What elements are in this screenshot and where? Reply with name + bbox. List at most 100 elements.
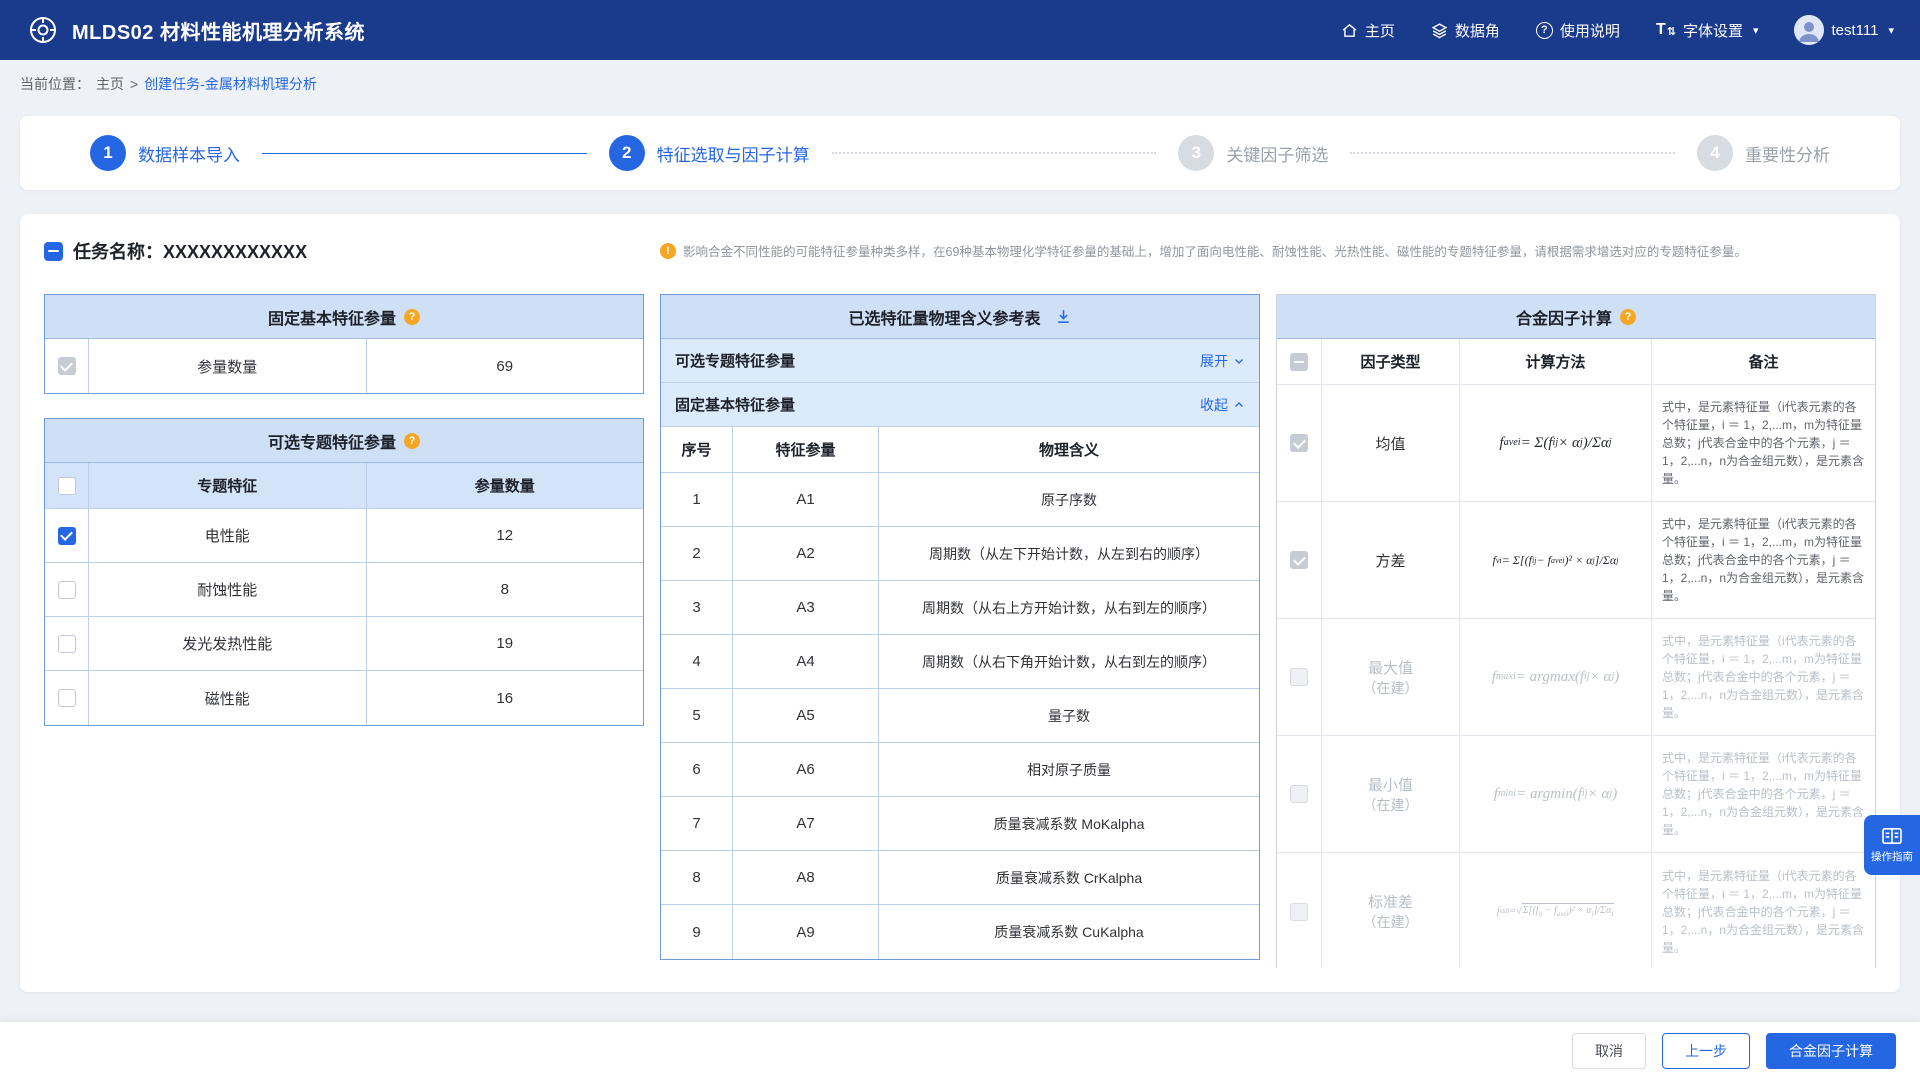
breadcrumb-current[interactable]: 创建任务-金属材料机理分析 <box>144 74 317 94</box>
meaning-cell: 质量衰减系数 MoKalpha <box>879 797 1259 850</box>
col-remark: 备注 <box>1652 339 1875 384</box>
prev-step-button[interactable]: 上一步 <box>1662 1033 1750 1069</box>
nav-home[interactable]: 主页 <box>1341 20 1395 41</box>
notice-text: 影响合金不同性能的可能特征参量种类多样，在69种基本物理化学特征参量的基础上，增… <box>683 241 1747 260</box>
avatar <box>1794 15 1824 45</box>
factor-table-help-icon[interactable]: ? <box>1620 309 1636 325</box>
meaning-cell: 量子数 <box>879 689 1259 742</box>
main-card: 任务名称：XXXXXXXXXXXX ! 影响合金不同性能的可能特征参量种类多样，… <box>20 214 1900 992</box>
download-icon[interactable] <box>1055 308 1072 325</box>
warning-icon: ! <box>660 243 676 259</box>
factor-checkbox-cell <box>1277 502 1322 618</box>
factor-type-sub: （在建） <box>1363 795 1419 815</box>
factor-checkbox-cell <box>1277 736 1322 852</box>
layers-icon <box>1431 22 1448 39</box>
factor-table-title: 合金因子计算 ? <box>1277 295 1875 339</box>
optional-param-checkbox[interactable] <box>58 527 76 545</box>
select-all-cell <box>45 463 89 508</box>
step-4-label: 重要性分析 <box>1745 141 1830 166</box>
guide-icon <box>1881 827 1903 845</box>
content-columns: 固定基本特征参量 ? 参量数量 69 可选专题特征参量 ? <box>44 294 1876 968</box>
right-column: 合金因子计算 ? 因子类型 计算方法 备注 均值 favei = Σ(fij × … <box>1276 294 1876 968</box>
collapse-control[interactable]: 收起 <box>1200 395 1245 415</box>
seq-cell: 2 <box>661 527 733 580</box>
seq-cell: 9 <box>661 905 733 959</box>
step-3: 3 关键因子筛选 <box>1178 135 1328 171</box>
optional-param-checkbox[interactable] <box>58 689 76 707</box>
feature-cell: A2 <box>733 527 879 580</box>
optional-params-body: 电性能12耐蚀性能8发光发热性能19磁性能16 <box>45 509 643 725</box>
reference-row: 4A4周期数（从右下角开始计数，从右到左的顺序） <box>661 635 1259 689</box>
factor-row: 最小值（在建）fmini = argmin(fij × αj)式中，是元素特征量… <box>1277 736 1875 853</box>
step-connector <box>262 153 587 154</box>
user-menu[interactable]: test111 ▾ <box>1794 15 1894 45</box>
factor-type-cell: 均值 <box>1322 385 1460 501</box>
param-count-label: 参量数量 <box>89 339 367 393</box>
fixed-params-help-icon[interactable]: ? <box>404 309 420 325</box>
navbar: MLDS02 材料性能机理分析系统 主页 数据角 ? 使用说明 T⇅ <box>0 0 1920 60</box>
optional-params-help-icon[interactable]: ? <box>404 433 420 449</box>
optional-params-table: 可选专题特征参量 ? 专题特征 参量数量 电性能12耐蚀性能8发光发热性能19磁… <box>44 418 644 726</box>
factor-table: 合金因子计算 ? 因子类型 计算方法 备注 均值 favei = Σ(fij × … <box>1276 294 1876 968</box>
nav-font-label: 字体设置 <box>1683 20 1743 41</box>
task-block: 任务名称：XXXXXXXXXXXX <box>44 238 660 264</box>
guide-button[interactable]: 操作指南 <box>1864 815 1920 875</box>
row-checkbox-cell <box>45 509 89 562</box>
row-checkbox-cell <box>45 563 89 616</box>
optional-param-row: 磁性能16 <box>45 671 643 725</box>
factor-type-cell: 方差 <box>1322 502 1460 618</box>
section-optional-params[interactable]: 可选专题特征参量 展开 <box>661 339 1259 383</box>
factor-type-label: 均值 <box>1375 433 1405 454</box>
topic-param-count: 16 <box>367 671 644 725</box>
factor-table-title-text: 合金因子计算 <box>1516 305 1612 329</box>
breadcrumb-home[interactable]: 主页 <box>96 74 124 94</box>
feature-cell: A8 <box>733 851 879 904</box>
alloy-factor-calc-button[interactable]: 合金因子计算 <box>1766 1033 1896 1069</box>
col-param-count: 参量数量 <box>367 463 644 508</box>
section-optional-label: 可选专题特征参量 <box>675 350 795 371</box>
step-connector <box>832 152 1157 154</box>
fixed-params-row: 参量数量 69 <box>45 339 643 393</box>
expand-label: 展开 <box>1200 351 1228 371</box>
fixed-params-table: 固定基本特征参量 ? 参量数量 69 <box>44 294 644 394</box>
reference-row: 5A5量子数 <box>661 689 1259 743</box>
col-feature: 特征参量 <box>733 427 879 472</box>
optional-param-checkbox[interactable] <box>58 635 76 653</box>
col-calc-method: 计算方法 <box>1460 339 1652 384</box>
app-logo-icon <box>26 13 60 47</box>
seq-cell: 3 <box>661 581 733 634</box>
factor-formula: favei = Σ(fij × αj)/Σαj <box>1460 385 1652 501</box>
step-1[interactable]: 1 数据样本导入 <box>90 135 240 171</box>
step-4: 4 重要性分析 <box>1697 135 1830 171</box>
chevron-down-icon <box>1233 355 1245 367</box>
nav-data[interactable]: 数据角 <box>1431 20 1500 41</box>
topic-feature-label: 发光发热性能 <box>89 617 367 670</box>
factor-table-header: 因子类型 计算方法 备注 <box>1277 339 1875 385</box>
col-factor-type: 因子类型 <box>1322 339 1460 384</box>
topic-param-count: 19 <box>367 617 644 670</box>
select-all-checkbox[interactable] <box>58 477 76 495</box>
factor-formula: fmini = argmin(fij × αj) <box>1460 736 1652 852</box>
section-fixed-params[interactable]: 固定基本特征参量 收起 <box>661 383 1259 427</box>
nav-font-settings[interactable]: T⇅ 字体设置 ▾ <box>1656 20 1759 41</box>
factor-checkbox <box>1290 785 1308 803</box>
fixed-params-title-text: 固定基本特征参量 <box>268 305 396 329</box>
nav-help[interactable]: ? 使用说明 <box>1536 20 1620 41</box>
factor-type-label: 方差 <box>1375 550 1405 571</box>
factor-table-body: 均值favei = Σ(fij × αj)/Σαj式中，是元素特征量（i代表元素… <box>1277 385 1875 968</box>
reference-table-title-text: 已选特征量物理含义参考表 <box>848 305 1040 329</box>
optional-param-checkbox[interactable] <box>58 581 76 599</box>
reference-row: 6A6相对原子质量 <box>661 743 1259 797</box>
factor-note: 式中，是元素特征量（i代表元素的各个特征量，i ＝ 1，2,...m，m为特征量… <box>1652 736 1875 852</box>
optional-params-title: 可选专题特征参量 ? <box>45 419 643 463</box>
cancel-button[interactable]: 取消 <box>1572 1033 1646 1069</box>
navbar-brand: MLDS02 材料性能机理分析系统 <box>26 13 365 47</box>
home-icon <box>1341 22 1358 39</box>
factor-note: 式中，是元素特征量（i代表元素的各个特征量，i ＝ 1，2,...m，m为特征量… <box>1652 385 1875 501</box>
step-2[interactable]: 2 特征选取与因子计算 <box>609 135 810 171</box>
expand-control[interactable]: 展开 <box>1200 351 1245 371</box>
meaning-cell: 原子序数 <box>879 473 1259 526</box>
seq-cell: 4 <box>661 635 733 688</box>
factor-checkbox-cell <box>1277 385 1322 501</box>
feature-cell: A4 <box>733 635 879 688</box>
